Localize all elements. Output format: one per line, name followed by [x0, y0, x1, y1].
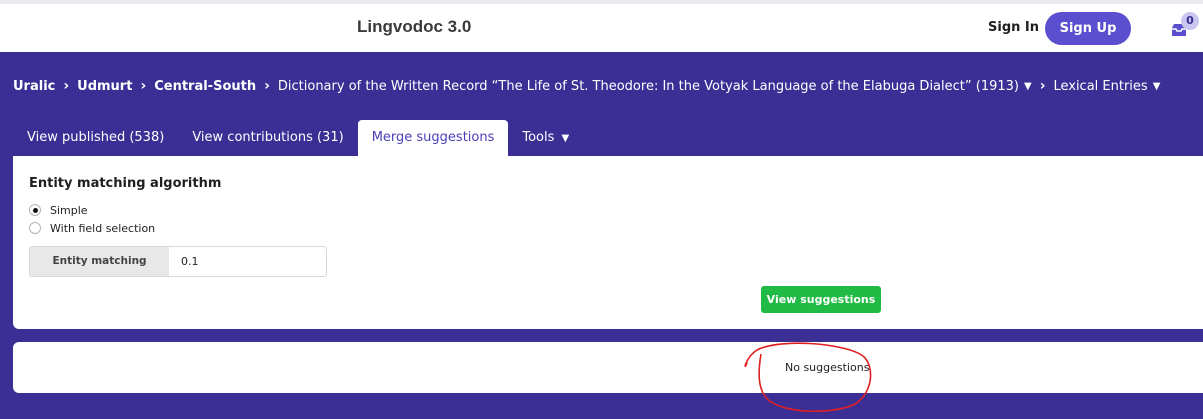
breadcrumb-uralic[interactable]: Uralic: [13, 79, 55, 94]
tab-tools-label: Tools: [522, 130, 555, 145]
algorithm-heading: Entity matching algorithm: [29, 176, 222, 191]
chevron-right-icon: ›: [140, 78, 147, 94]
view-suggestions-button[interactable]: View suggestions: [761, 286, 881, 313]
threshold-input[interactable]: [169, 247, 326, 276]
tab-view-published[interactable]: View published (538): [13, 120, 178, 156]
chevron-right-icon: ›: [63, 78, 70, 94]
breadcrumb-lexical-entries[interactable]: Lexical Entries: [1053, 79, 1147, 94]
breadcrumb: Uralic › Udmurt › Central-South › Dictio…: [13, 77, 1160, 95]
chevron-right-icon: ›: [264, 78, 270, 94]
tab-tools[interactable]: Tools ▼: [508, 120, 583, 156]
notification-count-badge: 0: [1181, 12, 1199, 30]
sign-in-link[interactable]: Sign In: [988, 20, 1039, 35]
threshold-label: Entity matching threshold: [30, 247, 169, 276]
radio-field-selection-label: With field selection: [50, 221, 156, 235]
breadcrumb-central-south[interactable]: Central-South: [154, 79, 256, 94]
suggestions-result-panel: No suggestions: [13, 342, 1203, 393]
caret-down-icon: ▼: [561, 133, 570, 144]
tab-view-contributions[interactable]: View contributions (31): [178, 120, 357, 156]
matching-settings-panel: Entity matching algorithm Simple With fi…: [13, 156, 1203, 329]
radio-button-selected[interactable]: [29, 204, 41, 216]
threshold-field: Entity matching threshold: [29, 246, 327, 277]
sign-up-button[interactable]: Sign Up: [1045, 12, 1131, 45]
radio-simple[interactable]: Simple: [29, 202, 88, 218]
tab-merge-suggestions[interactable]: Merge suggestions: [357, 120, 509, 156]
tab-bar: View published (538) View contributions …: [13, 120, 583, 156]
caret-down-icon[interactable]: ▼: [1024, 81, 1032, 92]
chevron-right-icon: ›: [1039, 78, 1046, 94]
radio-button[interactable]: [29, 222, 41, 234]
no-suggestions-message: No suggestions: [785, 361, 870, 374]
breadcrumb-dictionary[interactable]: Dictionary of the Written Record “The Li…: [278, 79, 1019, 94]
radio-field-selection[interactable]: With field selection: [29, 220, 155, 236]
radio-simple-label: Simple: [50, 203, 88, 217]
app-title[interactable]: Lingvodoc 3.0: [357, 17, 471, 37]
breadcrumb-udmurt[interactable]: Udmurt: [77, 79, 132, 94]
top-navigation-bar: Lingvodoc 3.0 Sign In Sign Up 0: [0, 0, 1203, 52]
caret-down-icon[interactable]: ▼: [1153, 81, 1161, 92]
